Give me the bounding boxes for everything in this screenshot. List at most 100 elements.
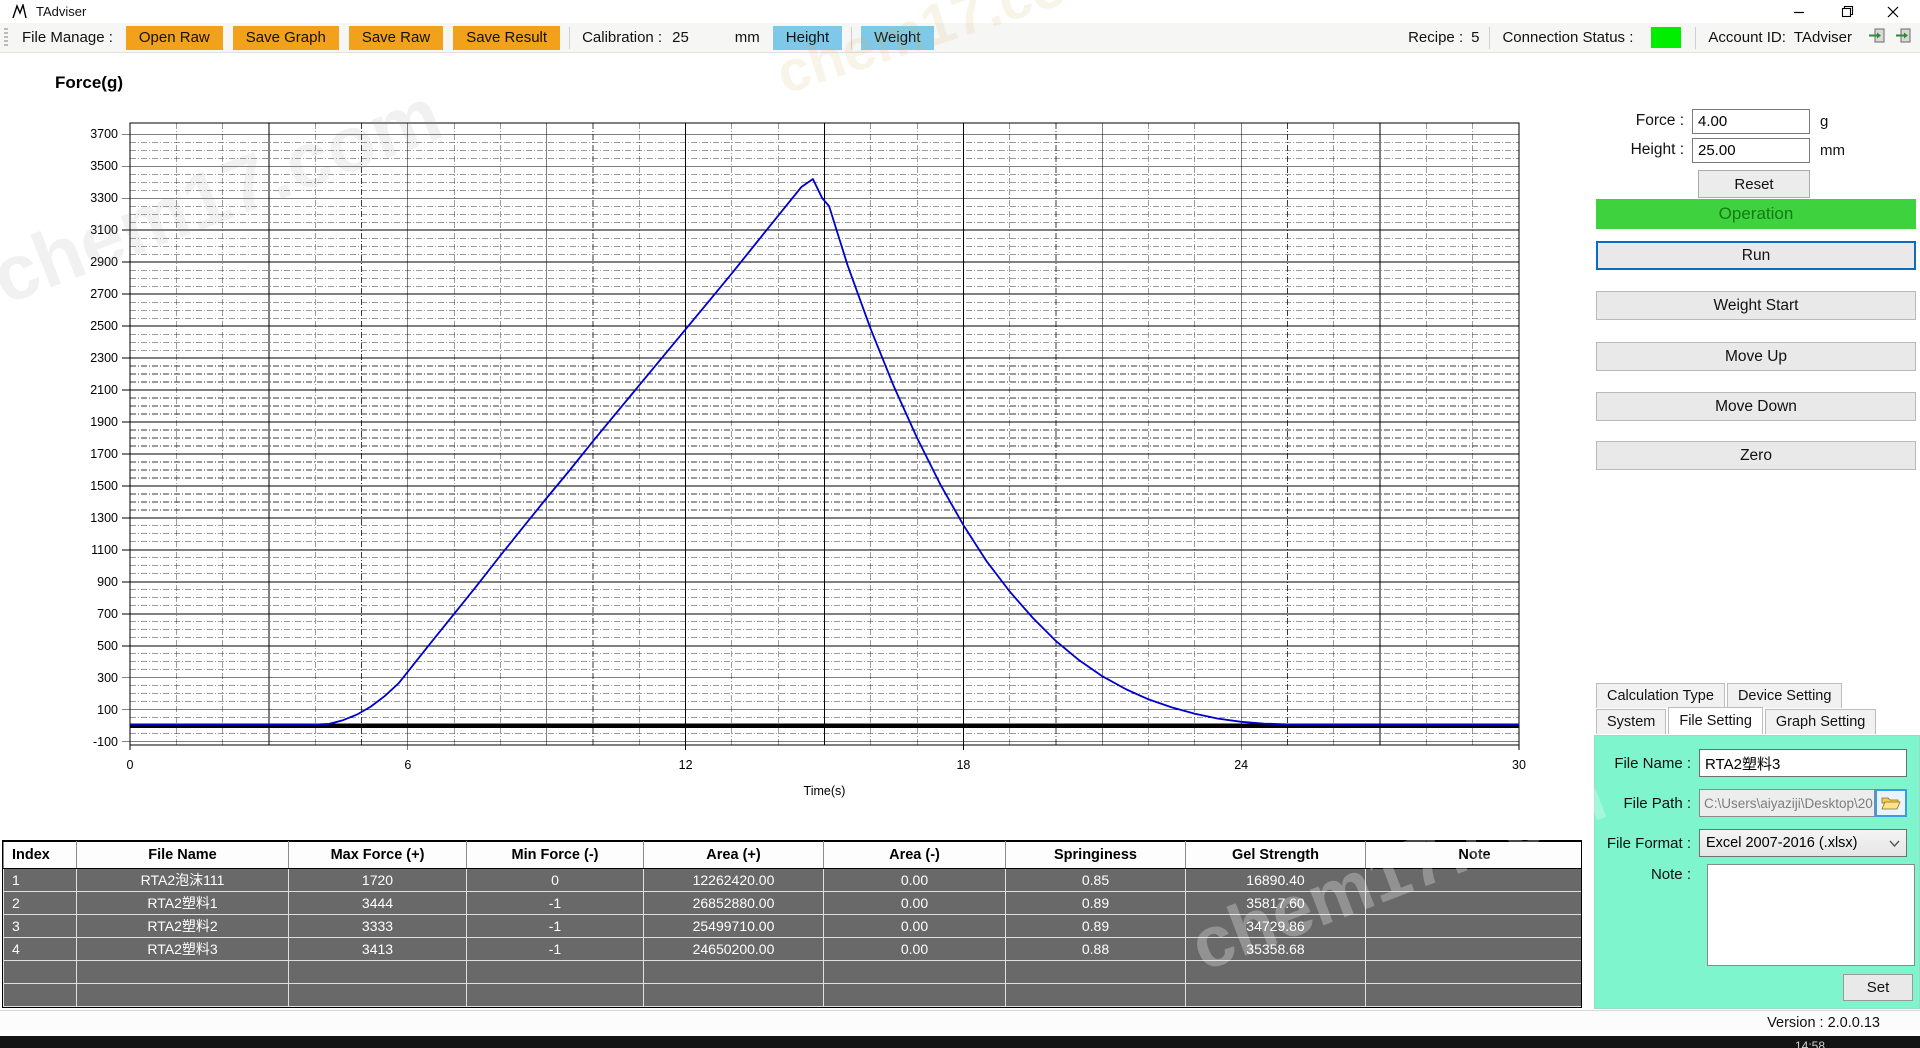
- tab-file-setting[interactable]: File Setting: [1668, 707, 1763, 734]
- x-axis-tick-label: 30: [1512, 758, 1526, 772]
- height-input[interactable]: [1692, 138, 1810, 163]
- column-header[interactable]: Min Force (-): [467, 842, 644, 869]
- column-header[interactable]: Index: [4, 842, 77, 869]
- file-format-value: Excel 2007-2016 (.xlsx): [1706, 835, 1858, 851]
- toolbar-separator: [1489, 27, 1490, 49]
- table-row[interactable]: 1RTA2泡沫1111720012262420.000.000.8516890.…: [4, 869, 1583, 892]
- table-cell: 2: [4, 892, 77, 915]
- x-axis-tick-label: 18: [956, 758, 970, 772]
- table-cell: 0.00: [824, 915, 1006, 938]
- table-row[interactable]: 4RTA2塑料33413-124650200.000.000.8835358.6…: [4, 938, 1583, 961]
- column-header[interactable]: Max Force (+): [289, 842, 467, 869]
- table-cell: [824, 984, 1006, 1007]
- reset-button[interactable]: Reset: [1698, 170, 1810, 198]
- table-row[interactable]: 2RTA2塑料13444-126852880.000.000.8935817.6…: [4, 892, 1583, 915]
- tab-calculation-type[interactable]: Calculation Type: [1596, 683, 1725, 708]
- x-axis-tick-label: 0: [127, 758, 134, 772]
- taskbar: 14:58: [0, 1036, 1920, 1048]
- table-cell: [644, 961, 824, 984]
- column-header[interactable]: File Name: [77, 842, 289, 869]
- y-axis-tick-label: 3300: [90, 191, 118, 205]
- table-row[interactable]: 3RTA2塑料23333-125499710.000.000.8934729.8…: [4, 915, 1583, 938]
- calibration-value[interactable]: 25: [672, 29, 689, 46]
- column-header[interactable]: Note: [1366, 842, 1583, 869]
- calibration-label: Calibration :: [582, 29, 662, 46]
- connection-status-indicator: [1651, 27, 1681, 48]
- y-axis-tick-label: 1500: [90, 479, 118, 493]
- save-graph-button[interactable]: Save Graph: [233, 26, 339, 50]
- recipe-value: 5: [1471, 29, 1479, 46]
- force-unit: g: [1820, 113, 1828, 130]
- table-cell: [1366, 961, 1583, 984]
- run-button[interactable]: Run: [1596, 241, 1916, 270]
- tab-graph-setting[interactable]: Graph Setting: [1765, 709, 1876, 734]
- x-axis-tick-label: 24: [1234, 758, 1248, 772]
- height-label: Height :: [1592, 141, 1692, 159]
- set-button[interactable]: Set: [1843, 974, 1913, 1001]
- column-header[interactable]: Area (-): [824, 842, 1006, 869]
- table-cell: [1186, 961, 1366, 984]
- note-textarea[interactable]: [1707, 864, 1915, 966]
- table-cell: 3: [4, 915, 77, 938]
- column-header[interactable]: Springiness: [1006, 842, 1186, 869]
- table-cell: 3333: [289, 915, 467, 938]
- folder-open-icon: [1881, 795, 1901, 811]
- browse-folder-button[interactable]: [1875, 789, 1907, 817]
- account-id-label: Account ID:: [1708, 29, 1786, 46]
- file-path-field: C:\Users\aiyaziji\Desktop\20: [1699, 789, 1875, 817]
- restore-button[interactable]: [1826, 0, 1868, 23]
- height-mode-button[interactable]: Height: [773, 26, 842, 50]
- table-cell: [1366, 984, 1583, 1007]
- table-empty-row[interactable]: [4, 961, 1583, 984]
- login-icon[interactable]: [1868, 27, 1886, 48]
- move-up-button[interactable]: Move Up: [1596, 342, 1916, 371]
- open-raw-button[interactable]: Open Raw: [126, 26, 223, 50]
- table-empty-row[interactable]: [4, 984, 1583, 1007]
- file-name-input[interactable]: [1699, 749, 1907, 777]
- tab-device-setting[interactable]: Device Setting: [1727, 683, 1843, 708]
- minimize-button[interactable]: [1778, 0, 1820, 23]
- table-cell: RTA2塑料2: [77, 915, 289, 938]
- table-cell: [77, 984, 289, 1007]
- y-axis-tick-label: 1700: [90, 447, 118, 461]
- table-cell: 0.00: [824, 938, 1006, 961]
- force-input[interactable]: [1692, 109, 1810, 134]
- y-axis-tick-label: 1100: [91, 543, 118, 557]
- weight-start-button[interactable]: Weight Start: [1596, 291, 1916, 320]
- table-cell: 26852880.00: [644, 892, 824, 915]
- table-cell: 35358.68: [1186, 938, 1366, 961]
- table-cell: [77, 961, 289, 984]
- save-raw-button[interactable]: Save Raw: [349, 26, 443, 50]
- results-table-container: IndexFile NameMax Force (+)Min Force (-)…: [2, 840, 1582, 1008]
- table-cell: [1366, 938, 1583, 961]
- tab-system[interactable]: System: [1596, 709, 1666, 734]
- move-down-button[interactable]: Move Down: [1596, 392, 1916, 421]
- table-cell: [1006, 984, 1186, 1007]
- table-cell: 0.89: [1006, 892, 1186, 915]
- table-cell: [1366, 869, 1583, 892]
- table-cell: 16890.40: [1186, 869, 1366, 892]
- x-axis-title: Time(s): [804, 784, 846, 798]
- y-axis-tick-label: 2300: [90, 351, 118, 365]
- column-header[interactable]: Gel Strength: [1186, 842, 1366, 869]
- y-axis-tick-label: 3100: [90, 223, 118, 237]
- table-cell: 0.85: [1006, 869, 1186, 892]
- table-cell: 0: [467, 869, 644, 892]
- column-header[interactable]: Area (+): [644, 842, 824, 869]
- tab-row-1: Calculation Type Device Setting: [1596, 683, 1844, 708]
- y-axis-tick-label: 3500: [90, 159, 118, 173]
- window-title: TAdviser: [36, 4, 86, 19]
- file-name-label: File Name :: [1595, 755, 1699, 772]
- zero-button[interactable]: Zero: [1596, 441, 1916, 470]
- file-format-dropdown[interactable]: Excel 2007-2016 (.xlsx): [1699, 829, 1907, 857]
- table-cell: -1: [467, 892, 644, 915]
- table-cell: 1: [4, 869, 77, 892]
- logout-icon[interactable]: [1894, 27, 1912, 48]
- connection-status-label: Connection Status :: [1502, 29, 1633, 46]
- close-icon[interactable]: [1872, 0, 1914, 23]
- table-cell: 12262420.00: [644, 869, 824, 892]
- status-bar: Version : 2.0.0.13: [0, 1010, 1920, 1036]
- table-cell: -1: [467, 938, 644, 961]
- save-result-button[interactable]: Save Result: [453, 26, 560, 50]
- weight-mode-button[interactable]: Weight: [861, 26, 933, 50]
